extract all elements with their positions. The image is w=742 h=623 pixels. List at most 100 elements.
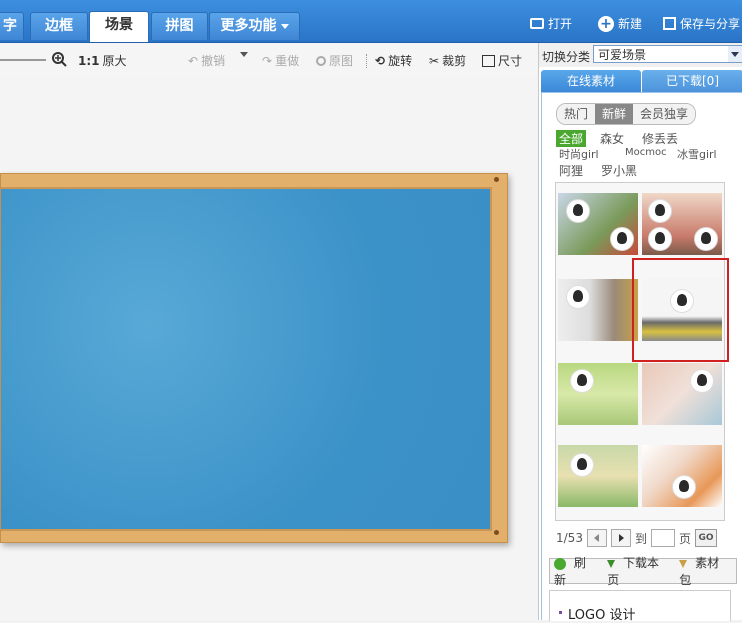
frame-nail [494,530,499,535]
category-forest-girl[interactable]: 森女 [600,130,624,147]
category-xiudiudiu[interactable]: 修丢丢 [642,130,678,147]
save-share-button[interactable]: 保存与分享 [663,15,740,32]
tab-more-features[interactable]: 更多功能 [209,12,300,40]
pagination: 1/53 到 页 GO [556,529,717,547]
save-icon [663,17,676,30]
panel-actions: 刷新 下载本页 素材包 [549,556,737,587]
top-bar: 字 边框 场景 拼图 更多功能 打开 + 新建 保存与分享 [0,0,742,43]
material-thumbnail[interactable] [558,363,638,425]
size-label: 尺寸 [498,54,523,68]
refresh-icon [554,557,566,570]
chevron-down-icon[interactable] [728,46,742,62]
open-button[interactable]: 打开 [530,15,572,32]
original-label: 原图 [329,54,354,68]
category-switch-label: 切换分类 [542,50,591,64]
package-icon [679,559,688,568]
material-thumbnail[interactable] [558,193,638,255]
zoom-slider[interactable] [0,59,46,61]
material-thumbnail[interactable] [642,363,722,425]
filter-hot[interactable]: 热门 [557,104,596,124]
redo-button[interactable]: ↷ 重做 [262,52,299,69]
material-tabs: 在线素材 已下载[0] [541,70,742,92]
category-ali[interactable]: 阿狸 [559,162,583,179]
next-page-button[interactable] [610,529,631,547]
selection-highlight [632,258,729,362]
tab-collage[interactable]: 拼图 [151,12,208,40]
go-button[interactable]: GO [694,529,717,547]
redo-label: 重做 [275,54,300,68]
filter-pills: 热门 新鲜 会员独享 [556,103,697,125]
tab-label: 场景 [105,17,133,33]
page-suffix-label: 页 [678,531,691,546]
download-page-button[interactable]: 下载本页 [603,554,675,588]
zoom-ratio-label: 1:1 [78,53,100,68]
category-all[interactable]: 全部 [556,130,587,147]
folder-icon [530,18,544,29]
goto-label: 到 [634,531,647,546]
refresh-button[interactable]: 刷新 [550,554,603,588]
page-indicator: 1/53 [556,531,583,545]
rotate-button[interactable]: ⟲ 旋转 [375,52,412,69]
chevron-down-icon [240,52,248,57]
resize-icon [482,54,495,67]
filter-fresh[interactable]: 新鲜 [595,104,634,124]
redo-icon: ↷ [262,53,273,68]
tab-scene[interactable]: 场景 [89,11,149,42]
page-number-input[interactable] [650,529,675,547]
size-button[interactable]: 尺寸 [482,52,522,69]
material-pack-button[interactable]: 素材包 [675,554,736,588]
toolbar-divider [366,54,368,68]
original-image-button[interactable]: 原图 [316,52,353,69]
download-icon [607,559,616,568]
rotate-icon: ⟲ [375,53,386,68]
filter-vip[interactable]: 会员独享 [633,104,696,124]
undo-history-dropdown[interactable] [240,52,248,57]
canvas-area[interactable] [0,77,538,620]
open-label: 打开 [548,17,573,31]
material-thumbnail[interactable] [558,279,638,341]
tab-downloaded[interactable]: 已下载[0] [642,70,742,92]
prev-page-button[interactable] [586,529,607,547]
crop-button[interactable]: ✂ 裁剪 [429,52,466,69]
category-ice-girl[interactable]: 冰雪girl [677,146,717,162]
category-select[interactable]: 可爱场景 [593,45,742,63]
category-select-value: 可爱场景 [598,48,647,62]
chevron-down-icon [280,23,289,29]
category-fashion-girl[interactable]: 时尚girl [559,146,599,162]
tab-text[interactable]: 字 [0,12,24,40]
category-switch-row: 切换分类 可爱场景 [539,43,742,67]
bullet-icon [559,611,562,614]
tab-label: 字 [3,18,17,34]
tab-label: 更多功能 [220,18,277,34]
crop-label: 裁剪 [442,54,467,68]
zoom-in-button[interactable] [52,52,67,67]
tab-label: 在线素材 [566,74,615,88]
scene-board-surface[interactable] [1,187,492,531]
undo-button[interactable]: ↶ 撤销 [188,52,225,69]
new-label: 新建 [618,17,643,31]
tab-label: 边框 [45,18,73,34]
tab-online-materials[interactable]: 在线素材 [541,70,641,92]
scissors-icon: ✂ [429,53,440,68]
new-button[interactable]: + 新建 [598,15,642,32]
original-size-button[interactable]: 1:1 原大 [78,52,127,69]
save-share-label: 保存与分享 [680,17,741,31]
tab-label: 拼图 [165,18,194,34]
logo-design-link-box: LOGO 设计 [549,590,731,623]
material-thumbnail[interactable] [558,445,638,507]
original-size-label: 原大 [102,54,127,68]
category-luoxiaohei[interactable]: 罗小黑 [601,162,637,179]
tab-border[interactable]: 边框 [30,12,88,40]
circle-icon [316,55,326,66]
plus-icon: + [598,15,614,32]
tab-label: 已下载[0] [666,74,719,88]
scene-board-frame[interactable] [0,173,508,543]
logo-design-link[interactable]: LOGO 设计 [568,604,635,623]
edit-toolbar: 1:1 原大 ↶ 撤销 ↷ 重做 原图 ⟲ 旋转 ✂ 裁剪 尺寸 [0,43,538,77]
material-thumbnail[interactable] [642,193,722,255]
material-thumbnail[interactable] [642,445,722,507]
category-mocmoc[interactable]: Mocmoc [625,147,667,158]
undo-icon: ↶ [188,53,199,68]
undo-label: 撤销 [201,54,226,68]
frame-nail [494,177,499,182]
